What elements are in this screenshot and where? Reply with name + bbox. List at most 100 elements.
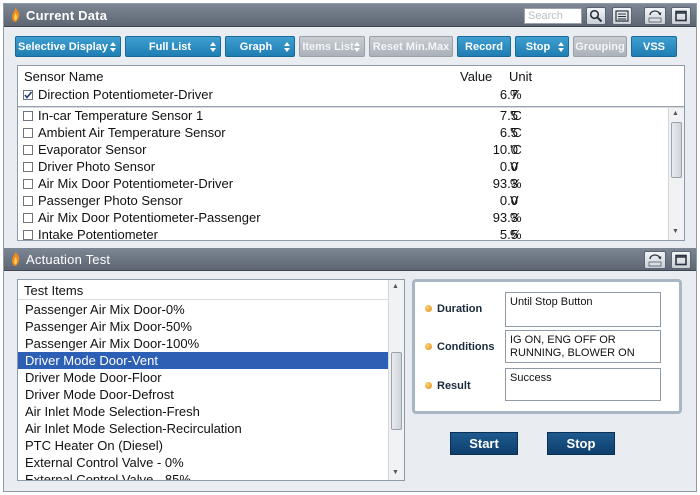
conditions-label: Conditions	[425, 341, 494, 353]
updown-arrows-icon	[110, 42, 116, 52]
column-sensor-name: Sensor Name	[24, 69, 104, 84]
sensor-unit: %	[510, 227, 522, 240]
start-button[interactable]: Start	[450, 432, 518, 455]
stop-label: Stop	[525, 41, 551, 53]
reset-min-max-button[interactable]: Reset Min.Max	[369, 36, 453, 57]
updown-arrows-icon	[284, 42, 290, 52]
table-row[interactable]: Air Mix Door Potentiometer-Driver 93.3 %	[18, 176, 666, 193]
record-button[interactable]: Record	[457, 36, 511, 57]
sensor-name: Evaporator Sensor	[38, 142, 147, 157]
column-value: Value	[460, 69, 493, 84]
graph-label: Graph	[239, 41, 273, 53]
list-item[interactable]: External Control Valve - 0%	[18, 454, 388, 471]
retry-icon	[648, 10, 662, 23]
pinned-row[interactable]: Direction Potentiometer-Driver 6.7 %	[18, 87, 666, 104]
list-item[interactable]: Air Inlet Mode Selection-Recirculation	[18, 420, 388, 437]
retry-button[interactable]	[644, 251, 666, 269]
sensor-name: Direction Potentiometer-Driver	[38, 87, 213, 102]
row-checkbox[interactable]	[23, 230, 33, 240]
bullet-icon	[425, 382, 432, 389]
sensor-name: Driver Photo Sensor	[38, 159, 156, 174]
current-data-title: Current Data	[26, 8, 108, 23]
flame-icon	[12, 252, 20, 266]
scroll-up-arrow-icon[interactable]: ▲	[392, 283, 399, 290]
list-item[interactable]: Driver Mode Door-Floor	[18, 369, 388, 386]
retry-icon	[648, 254, 662, 267]
items-list-dropdown[interactable]: Items List	[299, 36, 365, 57]
search-input[interactable]: Search	[524, 8, 582, 24]
conditions-value: IG ON, ENG OFF OR RUNNING, BLOWER ON	[505, 330, 661, 363]
result-label: Result	[425, 380, 471, 392]
row-checkbox[interactable]	[23, 196, 33, 206]
scrollbar-thumb[interactable]	[391, 352, 402, 430]
sensor-unit: 'C	[510, 108, 522, 123]
row-checkbox[interactable]	[23, 179, 33, 189]
items-list-label: Items List	[302, 41, 354, 53]
test-items-list: Test Items Passenger Air Mix Door-0% Pas…	[17, 279, 405, 481]
row-checkbox[interactable]	[23, 213, 33, 223]
scroll-down-arrow-icon[interactable]: ▼	[392, 469, 399, 476]
search-button[interactable]	[586, 7, 606, 25]
maximize-icon	[675, 254, 687, 266]
full-list-dropdown[interactable]: Full List	[125, 36, 221, 57]
list-view-button[interactable]	[612, 7, 632, 25]
sensor-table: Sensor Name Value Unit Direction Potenti…	[17, 65, 685, 241]
maximize-button[interactable]	[671, 251, 691, 269]
sensor-unit: 'C	[510, 125, 522, 140]
current-data-titlebar: Current Data Search	[4, 4, 696, 27]
updown-arrows-icon	[558, 42, 564, 52]
list-icon	[615, 10, 629, 22]
sensor-unit: %	[510, 210, 522, 225]
list-item[interactable]: Passenger Air Mix Door-50%	[18, 318, 388, 335]
sensor-name: Passenger Photo Sensor	[38, 193, 183, 208]
list-item[interactable]: Driver Mode Door-Defrost	[18, 386, 388, 403]
graph-dropdown[interactable]: Graph	[225, 36, 295, 57]
list-item[interactable]: External Control Valve - 85%	[18, 471, 388, 480]
list-item-selected[interactable]: Driver Mode Door-Vent	[18, 352, 388, 369]
table-row[interactable]: Intake Potentiometer 5.5 %	[18, 227, 666, 240]
row-checkbox[interactable]	[23, 162, 33, 172]
scroll-down-arrow-icon[interactable]: ▼	[672, 228, 679, 235]
list-item[interactable]: Passenger Air Mix Door-100%	[18, 335, 388, 352]
sensor-name: Ambient Air Temperature Sensor	[38, 125, 226, 140]
table-row[interactable]: Passenger Photo Sensor 0.0 V	[18, 193, 666, 210]
row-checkbox[interactable]	[23, 128, 33, 138]
stop-button[interactable]: Stop	[547, 432, 615, 455]
duration-label: Duration	[425, 303, 482, 315]
conditions-label-text: Conditions	[437, 341, 495, 353]
scroll-up-arrow-icon[interactable]: ▲	[672, 110, 679, 117]
table-row[interactable]: Driver Photo Sensor 0.0 V	[18, 159, 666, 176]
test-items-scrollbar[interactable]: ▲ ▼	[388, 280, 404, 480]
duration-label-text: Duration	[437, 303, 483, 315]
actuation-test-title: Actuation Test	[26, 252, 111, 267]
vss-button[interactable]: VSS	[631, 36, 677, 57]
scrollbar-thumb[interactable]	[671, 122, 682, 178]
sensor-scrollbar[interactable]: ▲ ▼	[668, 108, 684, 240]
table-row[interactable]: Ambient Air Temperature Sensor 6.5 'C	[18, 125, 666, 142]
sensor-rows: In-car Temperature Sensor 1 7.5 'C Ambie…	[18, 108, 668, 240]
selective-display-dropdown[interactable]: Selective Display	[15, 36, 121, 57]
sensor-unit: 'C	[510, 142, 522, 157]
table-row[interactable]: In-car Temperature Sensor 1 7.5 'C	[18, 108, 666, 125]
stop-dropdown[interactable]: Stop	[515, 36, 569, 57]
list-item[interactable]: Air Inlet Mode Selection-Fresh	[18, 403, 388, 420]
sensor-unit: %	[510, 176, 522, 191]
list-item[interactable]: Passenger Air Mix Door-0%	[18, 301, 388, 318]
search-icon	[589, 9, 603, 23]
actuation-test-titlebar: Actuation Test	[4, 248, 696, 271]
list-item[interactable]: PTC Heater On (Diesel)	[18, 437, 388, 454]
retry-button[interactable]	[644, 7, 666, 25]
test-items-header: Test Items	[18, 280, 388, 300]
toolbar: Selective Display Full List Graph Items …	[4, 27, 696, 63]
table-row[interactable]: Air Mix Door Potentiometer-Passenger 93.…	[18, 210, 666, 227]
result-label-text: Result	[437, 380, 471, 392]
row-checkbox[interactable]	[23, 90, 33, 100]
updown-arrows-icon	[210, 42, 216, 52]
sensor-unit: %	[510, 87, 522, 102]
row-checkbox[interactable]	[23, 145, 33, 155]
grouping-button[interactable]: Grouping	[573, 36, 627, 57]
row-checkbox[interactable]	[23, 111, 33, 121]
maximize-button[interactable]	[671, 7, 691, 25]
table-row[interactable]: Evaporator Sensor 10.0 'C	[18, 142, 666, 159]
sensor-unit: V	[510, 193, 519, 208]
